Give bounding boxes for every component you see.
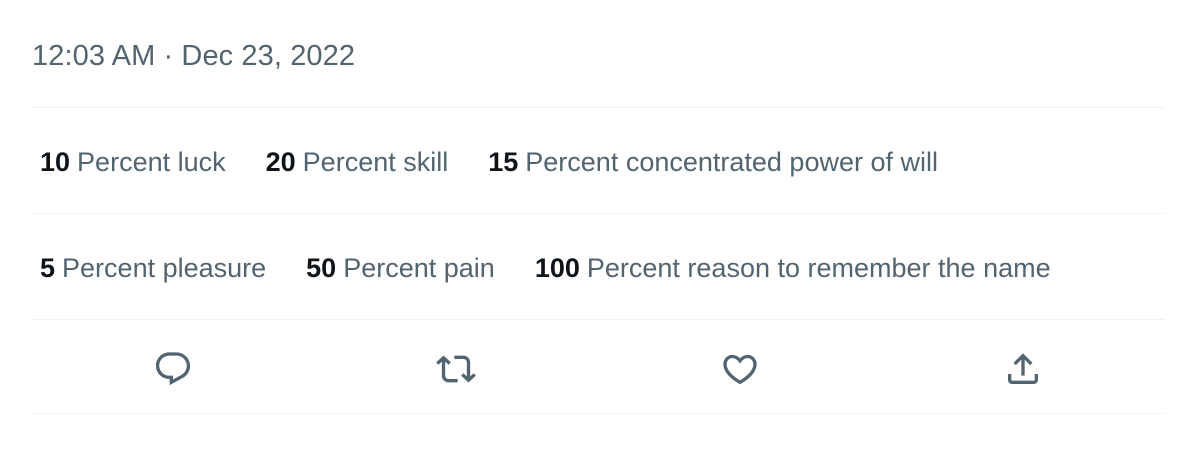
stat-power-of-will[interactable]: 15 Percent concentrated power of will xyxy=(488,147,938,178)
stat-value: 15 xyxy=(488,146,519,177)
stat-luck[interactable]: 10 Percent luck xyxy=(40,147,226,178)
retweet-button[interactable] xyxy=(435,348,477,390)
divider xyxy=(32,213,1164,214)
share-button[interactable] xyxy=(1002,348,1044,390)
timestamp-text: 12:03 AM · Dec 23, 2022 xyxy=(32,39,356,72)
divider xyxy=(32,413,1164,414)
share-icon xyxy=(1008,353,1038,384)
stats-row-1: 10 Percent luck 20 Percent skill 15 Perc… xyxy=(40,142,978,182)
stat-value: 100 xyxy=(534,252,580,283)
reply-button[interactable] xyxy=(152,348,194,390)
divider xyxy=(32,107,1164,108)
stat-label: Percent pleasure xyxy=(62,252,267,283)
stat-pleasure[interactable]: 5 Percent pleasure xyxy=(40,253,266,284)
divider xyxy=(32,319,1164,320)
stat-value: 50 xyxy=(306,252,337,283)
stat-label: Percent reason to remember the name xyxy=(586,252,1051,283)
heart-icon xyxy=(723,354,757,385)
stat-label: Percent luck xyxy=(77,146,226,177)
stat-pain[interactable]: 50 Percent pain xyxy=(306,253,495,284)
retweet-icon xyxy=(436,355,476,383)
stat-reason[interactable]: 100 Percent reason to remember the name xyxy=(535,253,1051,284)
stat-label: Percent pain xyxy=(343,252,495,283)
reply-icon xyxy=(155,352,191,386)
stat-value: 5 xyxy=(40,252,56,283)
tweet-actions-bar xyxy=(32,340,1164,396)
tweet-timestamp[interactable]: 12:03 AM · Dec 23, 2022 xyxy=(32,36,355,76)
tweet-text-cutoff xyxy=(150,0,260,4)
stat-label: Percent concentrated power of will xyxy=(525,146,938,177)
stat-value: 10 xyxy=(40,146,71,177)
stat-label: Percent skill xyxy=(302,146,449,177)
like-button[interactable] xyxy=(719,348,761,390)
stats-row-2: 5 Percent pleasure 50 Percent pain 100 P… xyxy=(40,248,1091,288)
stat-value: 20 xyxy=(265,146,296,177)
stat-skill[interactable]: 20 Percent skill xyxy=(266,147,449,178)
